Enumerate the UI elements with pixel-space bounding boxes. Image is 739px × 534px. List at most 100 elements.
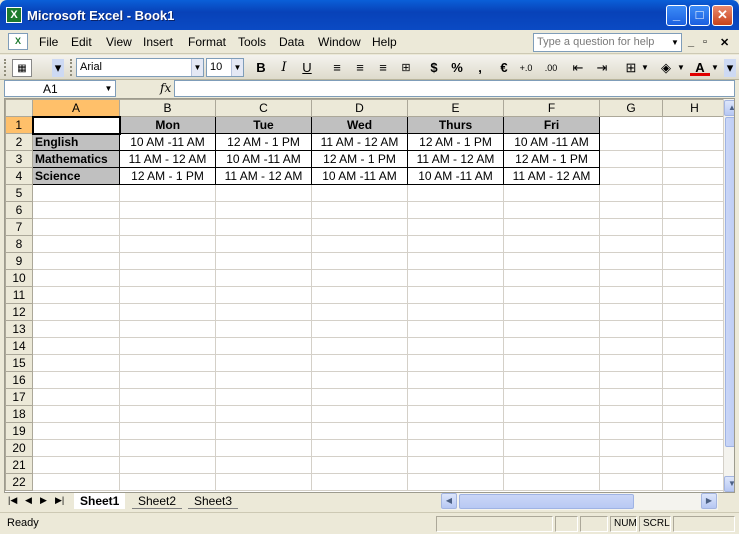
minimize-button[interactable]: _ [666,5,687,26]
cell[interactable] [662,456,727,474]
cell[interactable] [599,184,663,202]
cell[interactable] [119,405,216,423]
cell[interactable] [662,218,727,236]
cell[interactable] [503,405,600,423]
name-box[interactable]: A1 ▼ [4,80,116,97]
doc-minimize-button[interactable]: _ [688,36,694,48]
next-sheet-icon[interactable]: ▶ [40,495,47,506]
time-cell[interactable]: 12 AM - 1 PM [311,150,408,168]
percent-button[interactable]: % [447,59,467,77]
day-header-cell[interactable]: Wed [311,116,408,134]
row-header[interactable]: 9 [5,252,33,270]
cell[interactable] [503,422,600,440]
cell[interactable] [215,422,312,440]
decrease-indent-icon[interactable]: ⇤ [568,59,588,77]
help-search-input[interactable]: Type a question for help ▼ [533,33,682,52]
cell[interactable] [311,439,408,457]
cell[interactable] [662,201,727,219]
cell[interactable] [503,456,600,474]
day-header-cell[interactable]: Thurs [407,116,504,134]
cell[interactable] [503,337,600,355]
time-cell[interactable]: 11 AM - 12 AM [215,167,312,185]
menu-help[interactable]: Help [372,35,397,49]
cell[interactable] [503,371,600,389]
decrease-decimal-button[interactable]: .00 [541,59,561,77]
cell[interactable] [503,235,600,253]
underline-button[interactable]: U [297,59,317,77]
chevron-down-icon[interactable]: ▼ [710,59,720,77]
cell[interactable] [662,473,727,491]
cell[interactable] [599,371,663,389]
cell[interactable] [311,456,408,474]
row-header[interactable]: 10 [5,269,33,287]
column-header-g[interactable]: G [599,99,663,117]
time-cell[interactable]: 12 AM - 1 PM [119,167,216,185]
font-name-select[interactable]: Arial ▼ [76,58,204,77]
row-header[interactable]: 4 [5,167,33,185]
cell[interactable] [32,286,120,304]
cell[interactable] [407,473,504,491]
cell[interactable] [407,422,504,440]
cell[interactable] [32,184,120,202]
cell[interactable] [662,167,727,185]
cell[interactable] [119,252,216,270]
cell[interactable] [599,218,663,236]
chevron-down-icon[interactable]: ▼ [231,59,243,76]
cell[interactable] [311,354,408,372]
row-header[interactable]: 1 [5,116,33,134]
cell[interactable] [311,201,408,219]
cell[interactable] [407,286,504,304]
cell[interactable] [119,184,216,202]
toolbar-grip[interactable] [4,59,7,76]
last-sheet-icon[interactable]: ▶| [55,495,64,506]
cell[interactable] [311,337,408,355]
cell[interactable] [407,303,504,321]
chevron-down-icon[interactable]: ▼ [102,81,115,96]
time-cell[interactable]: 10 AM -11 AM [119,133,216,151]
cell[interactable] [215,354,312,372]
cell[interactable] [662,235,727,253]
cell[interactable] [599,303,663,321]
cell[interactable] [407,269,504,287]
row-header[interactable]: 8 [5,235,33,253]
cell[interactable] [662,116,727,134]
row-header[interactable]: 2 [5,133,33,151]
cell[interactable] [32,371,120,389]
cell[interactable] [407,354,504,372]
euro-button[interactable]: € [494,59,514,77]
cell[interactable] [32,320,120,338]
cell[interactable] [599,473,663,491]
cell[interactable] [407,337,504,355]
cell[interactable] [119,422,216,440]
cell[interactable] [407,235,504,253]
cell[interactable] [503,286,600,304]
menu-insert[interactable]: Insert [143,35,173,49]
cell[interactable] [32,303,120,321]
cell[interactable] [119,371,216,389]
subject-cell[interactable]: English [32,133,120,151]
row-header[interactable]: 13 [5,320,33,338]
cell[interactable] [662,269,727,287]
cell[interactable] [407,456,504,474]
cell[interactable] [32,337,120,355]
cell[interactable] [119,354,216,372]
horizontal-scrollbar[interactable]: ◀ ▶ [441,493,718,510]
italic-button[interactable]: I [274,59,294,77]
cell[interactable] [311,235,408,253]
row-header[interactable]: 6 [5,201,33,219]
menu-format[interactable]: Format [188,35,226,49]
cell[interactable] [662,133,727,151]
cell[interactable] [662,405,727,423]
cell[interactable] [32,269,120,287]
column-header-a[interactable]: A [32,99,120,117]
menu-view[interactable]: View [106,35,132,49]
cell[interactable] [662,286,727,304]
row-header[interactable]: 18 [5,405,33,423]
cell[interactable] [311,371,408,389]
cell[interactable] [662,150,727,168]
cell[interactable] [32,252,120,270]
time-cell[interactable]: 11 AM - 12 AM [311,133,408,151]
day-header-cell[interactable]: Tue [215,116,312,134]
borders-icon[interactable]: ⊞ [621,59,641,77]
cell[interactable] [503,439,600,457]
